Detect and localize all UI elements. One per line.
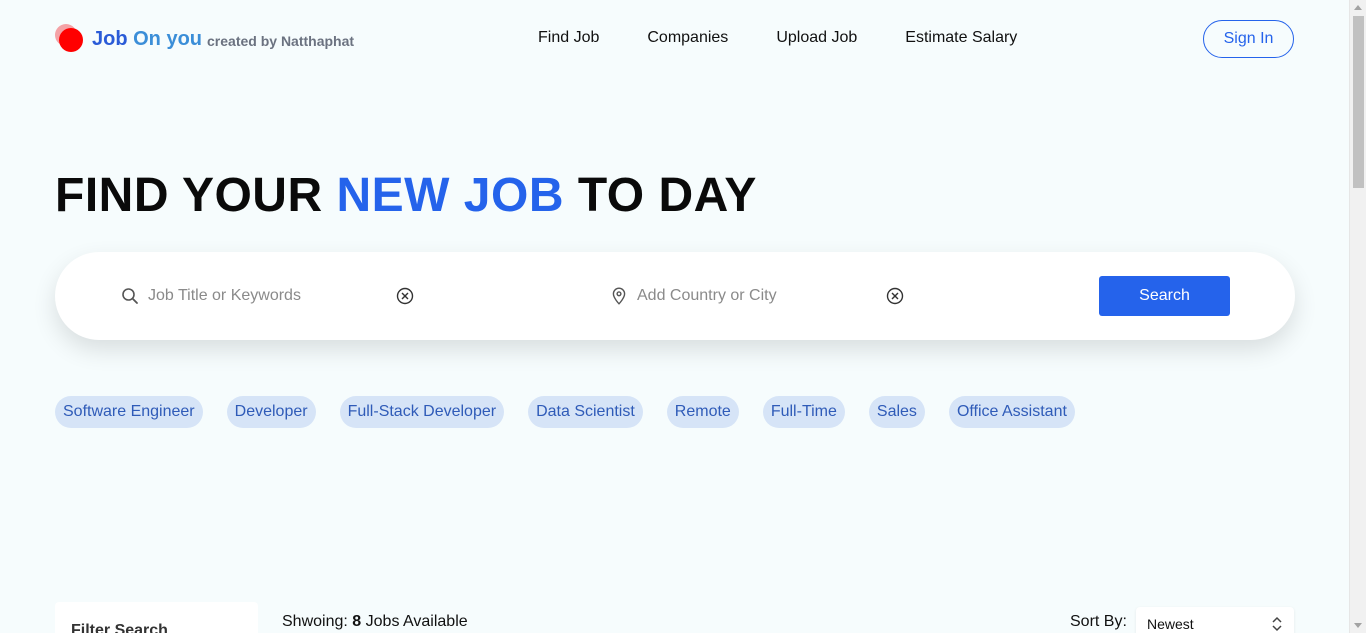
- logo-title: Job On you: [92, 27, 203, 50]
- hero-title: FIND YOUR NEW JOB TO DAY: [55, 169, 757, 222]
- keyword-input[interactable]: [148, 287, 378, 305]
- tag-full-stack-developer[interactable]: Full-Stack Developer: [339, 396, 505, 428]
- tag-data-scientist[interactable]: Data Scientist: [528, 396, 643, 428]
- logo[interactable]: Job On you created by Natthaphat: [55, 24, 354, 54]
- page-scrollbar[interactable]: [1349, 0, 1366, 633]
- search-button[interactable]: Search: [1099, 276, 1230, 316]
- chevron-up-down-icon: [1272, 616, 1282, 632]
- tag-remote[interactable]: Remote: [666, 396, 739, 428]
- nav-find-job[interactable]: Find Job: [538, 29, 599, 47]
- map-pin-icon: [609, 286, 629, 306]
- filter-title: Filter Search: [71, 622, 168, 633]
- nav-companies[interactable]: Companies: [647, 29, 728, 47]
- sort-value: Newest: [1147, 616, 1194, 632]
- tag-full-time[interactable]: Full-Time: [762, 396, 845, 428]
- nav-estimate-salary[interactable]: Estimate Salary: [905, 29, 1017, 47]
- clear-location-icon[interactable]: [885, 286, 905, 306]
- tag-sales[interactable]: Sales: [868, 396, 925, 428]
- location-field: [609, 252, 867, 340]
- tag-office-assistant[interactable]: Office Assistant: [948, 396, 1075, 428]
- scroll-up-icon[interactable]: [1354, 5, 1362, 10]
- tag-software-engineer[interactable]: Software Engineer: [55, 396, 203, 428]
- search-bar: Search: [55, 252, 1295, 340]
- scroll-down-icon[interactable]: [1354, 623, 1362, 628]
- logo-subtitle: created by Natthaphat: [207, 33, 355, 49]
- sign-in-button[interactable]: Sign In: [1203, 20, 1294, 58]
- clear-keyword-icon[interactable]: [395, 286, 415, 306]
- scrollbar-thumb[interactable]: [1353, 16, 1364, 188]
- results-count: Shwoing: 8 Jobs Available: [282, 613, 468, 630]
- tag-developer[interactable]: Developer: [226, 396, 316, 428]
- sort-select[interactable]: Newest: [1136, 607, 1294, 633]
- nav-upload-job[interactable]: Upload Job: [776, 29, 857, 47]
- search-icon: [120, 286, 140, 306]
- keyword-field: [120, 252, 378, 340]
- sort-label: Sort By:: [1070, 613, 1127, 630]
- location-input[interactable]: [637, 287, 867, 305]
- filter-panel: Filter Search: [55, 602, 258, 633]
- main-nav: Find Job Companies Upload Job Estimate S…: [538, 29, 1065, 47]
- popular-tags: Software Engineer Developer Full-Stack D…: [55, 396, 1099, 428]
- logo-mark-icon: [55, 24, 85, 54]
